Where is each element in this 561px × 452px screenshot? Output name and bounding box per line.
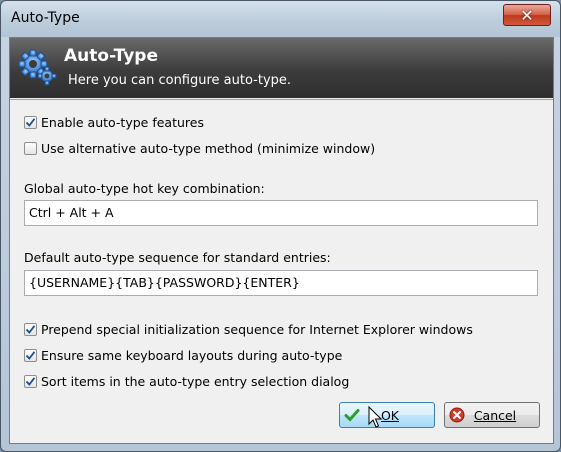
- enable-autotype-option[interactable]: Enable auto-type features: [24, 115, 204, 130]
- banner-title: Auto-Type: [64, 46, 158, 66]
- checkmark-icon: [25, 325, 36, 334]
- banner-subtitle: Here you can configure auto-type.: [68, 73, 292, 88]
- cancel-button[interactable]: Cancel: [444, 402, 540, 428]
- same-layouts-label: Ensure same keyboard layouts during auto…: [41, 348, 343, 363]
- checkmark-icon: [25, 351, 36, 360]
- checkmark-icon: [25, 377, 36, 386]
- hotkey-input[interactable]: Ctrl + Alt + A: [24, 200, 538, 226]
- close-button[interactable]: ✕: [503, 4, 551, 26]
- dialog-client: Auto-Type Here you can configure auto-ty…: [9, 37, 554, 444]
- title-bar[interactable]: Auto-Type ✕: [1, 1, 560, 37]
- header-banner: Auto-Type Here you can configure auto-ty…: [10, 38, 553, 98]
- checkmark-icon: [25, 118, 36, 127]
- prepend-sequence-checkbox[interactable]: [24, 323, 37, 336]
- sort-items-label: Sort items in the auto-type entry select…: [41, 374, 350, 389]
- gear-icon: [18, 49, 57, 86]
- close-icon: ✕: [520, 5, 534, 25]
- window-title: Auto-Type: [11, 10, 80, 26]
- same-layouts-checkbox[interactable]: [24, 349, 37, 362]
- sort-items-option[interactable]: Sort items in the auto-type entry select…: [24, 374, 349, 389]
- sequence-input[interactable]: {USERNAME}{TAB}{PASSWORD}{ENTER}: [24, 270, 538, 296]
- alternative-method-checkbox[interactable]: [24, 142, 37, 155]
- prepend-sequence-option[interactable]: Prepend special initialization sequence …: [24, 322, 473, 337]
- cancel-label: Cancel: [473, 407, 517, 423]
- dialog-window: Auto-Type ✕ Auto-Type Here you can confi…: [0, 0, 561, 452]
- mouse-cursor-icon: [368, 406, 383, 428]
- checkmark-icon: [344, 409, 360, 422]
- alternative-method-option[interactable]: Use alternative auto-type method (minimi…: [24, 141, 375, 156]
- banner-divider: [10, 99, 553, 100]
- enable-autotype-checkbox[interactable]: [24, 116, 37, 129]
- same-layouts-option[interactable]: Ensure same keyboard layouts during auto…: [24, 348, 342, 363]
- sort-items-checkbox[interactable]: [24, 375, 37, 388]
- hotkey-label: Global auto-type hot key combination:: [24, 181, 265, 196]
- ok-button[interactable]: OK: [339, 402, 435, 428]
- sequence-label: Default auto-type sequence for standard …: [24, 250, 331, 265]
- cancel-icon: [449, 407, 465, 423]
- enable-autotype-label: Enable auto-type features: [41, 115, 204, 130]
- alternative-method-label: Use alternative auto-type method (minimi…: [41, 141, 376, 156]
- prepend-sequence-label: Prepend special initialization sequence …: [41, 322, 473, 337]
